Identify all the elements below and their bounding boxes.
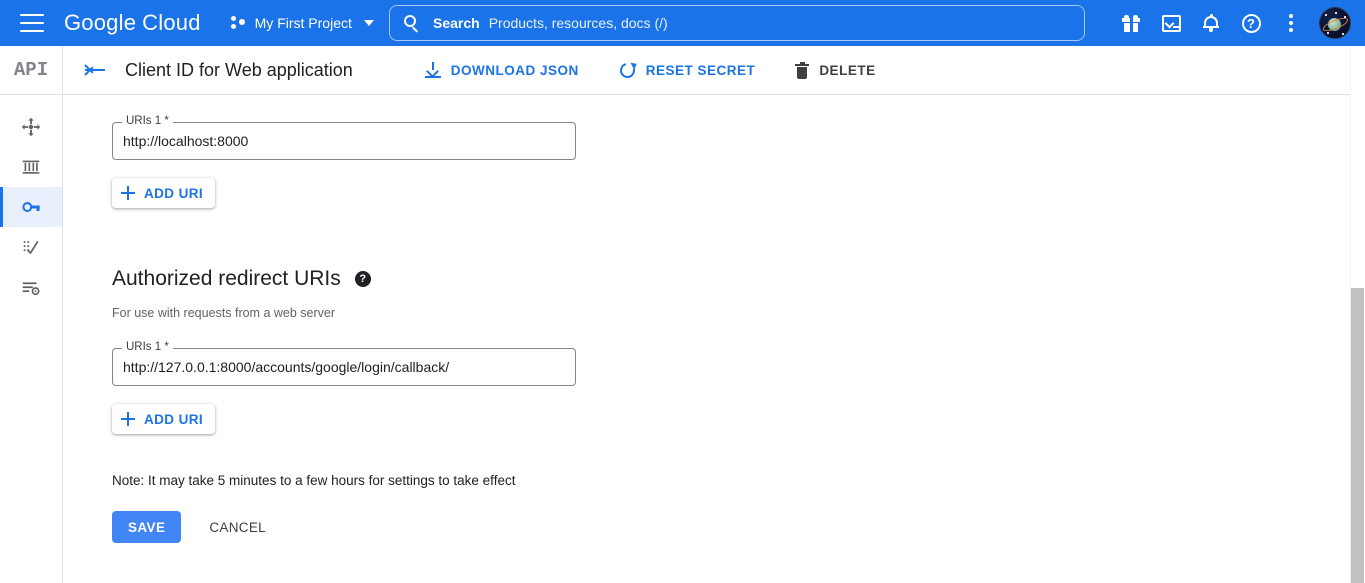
- page-scrollbar-thumb[interactable]: [1351, 288, 1364, 583]
- page-header: Client ID for Web application DOWNLOAD J…: [63, 46, 1365, 95]
- google-cloud-logo[interactable]: Google Cloud: [64, 10, 201, 36]
- cloud-shell-icon[interactable]: [1151, 3, 1191, 43]
- cancel-button[interactable]: CANCEL: [195, 511, 280, 543]
- help-question-icon[interactable]: ?: [1231, 3, 1271, 43]
- more-kebab-icon[interactable]: [1271, 3, 1311, 43]
- redirect-uris-title: Authorized redirect URIs: [112, 267, 341, 290]
- redirect-uris-heading-row: Authorized redirect URIs ?: [112, 267, 1365, 291]
- settings-note: Note: It may take 5 minutes to a few hou…: [112, 473, 516, 488]
- search-input[interactable]: Search Products, resources, docs (/): [389, 5, 1085, 41]
- javascript-origin-uri-value: http://localhost:8000: [123, 133, 249, 149]
- logo-google-text: Google: [64, 10, 137, 35]
- dotted-check-icon: [23, 240, 39, 254]
- plus-icon: [121, 412, 135, 426]
- project-dots-icon: [230, 16, 247, 30]
- sidebar-item-credentials[interactable]: [0, 187, 62, 227]
- plus-icon: [121, 186, 135, 200]
- save-button[interactable]: SAVE: [112, 511, 182, 543]
- page-header-actions: DOWNLOAD JSON RESET SECRET DELETE: [415, 54, 906, 87]
- top-bar-icon-group: ?: [1111, 0, 1365, 46]
- redirect-uris-subtitle: For use with requests from a web server: [112, 306, 335, 320]
- reset-secret-label: RESET SECRET: [645, 62, 756, 78]
- delete-button[interactable]: DELETE: [785, 54, 885, 87]
- logo-cloud-text: Cloud: [142, 10, 201, 35]
- delete-label: DELETE: [819, 62, 876, 78]
- refresh-icon: [617, 59, 639, 81]
- content-inner: URIs 1 * http://localhost:8000 ADD URI A…: [63, 115, 1365, 543]
- top-app-bar: Google Cloud My First Project Search Pro…: [0, 0, 1365, 46]
- list-gear-icon: [22, 282, 40, 296]
- project-selector[interactable]: My First Project: [230, 15, 374, 31]
- rail-item-list: [0, 95, 62, 307]
- avatar[interactable]: [1319, 7, 1351, 39]
- download-json-button[interactable]: DOWNLOAD JSON: [415, 54, 589, 86]
- search-label: Search: [433, 15, 480, 31]
- redirect-uri-value: http://127.0.0.1:8000/accounts/google/lo…: [123, 359, 450, 375]
- sidebar-item-dashboard[interactable]: [0, 107, 62, 147]
- form-action-row: SAVE CANCEL: [112, 511, 1365, 543]
- download-icon: [424, 62, 441, 78]
- left-nav-rail: API: [0, 46, 63, 583]
- trash-icon: [795, 61, 810, 79]
- add-uri-label-origins: ADD URI: [144, 185, 204, 201]
- page-scrollbar-track[interactable]: [1350, 46, 1365, 583]
- key-icon: [22, 202, 40, 212]
- add-uri-label-redirect: ADD URI: [144, 411, 204, 427]
- download-json-label: DOWNLOAD JSON: [450, 62, 579, 78]
- chevron-down-icon: [363, 20, 374, 26]
- page-title: Client ID for Web application: [125, 59, 353, 80]
- notifications-bell-icon[interactable]: [1191, 3, 1231, 43]
- back-arrow-icon[interactable]: [83, 58, 107, 82]
- sidebar-item-oauth-consent[interactable]: [0, 227, 62, 267]
- help-circle-icon[interactable]: ?: [354, 271, 371, 287]
- search-placeholder: Products, resources, docs (/): [488, 15, 668, 31]
- help-glyph: ?: [1241, 13, 1261, 33]
- reset-secret-button[interactable]: RESET SECRET: [609, 54, 766, 87]
- sidebar-item-library[interactable]: [0, 147, 62, 187]
- add-uri-button-redirect[interactable]: ADD URI: [112, 404, 216, 434]
- sidebar-item-domain-verification[interactable]: [0, 267, 62, 307]
- javascript-origin-uri-label: URIs 1 *: [122, 115, 173, 127]
- library-columns-icon: [22, 160, 40, 174]
- redirect-uri-field[interactable]: URIs 1 * http://127.0.0.1:8000/accounts/…: [112, 341, 576, 386]
- gift-icon[interactable]: [1111, 3, 1151, 43]
- javascript-origin-uri-field[interactable]: URIs 1 * http://localhost:8000: [112, 115, 576, 160]
- dashboard-compass-icon: [21, 117, 41, 137]
- api-logo: API: [0, 46, 62, 95]
- project-name-label: My First Project: [254, 15, 352, 31]
- redirect-uri-label: URIs 1 *: [122, 341, 173, 353]
- search-icon: [404, 14, 421, 33]
- hamburger-icon[interactable]: [20, 14, 44, 32]
- main-content: URIs 1 * http://localhost:8000 ADD URI A…: [63, 95, 1365, 583]
- add-uri-button-origins[interactable]: ADD URI: [112, 178, 216, 208]
